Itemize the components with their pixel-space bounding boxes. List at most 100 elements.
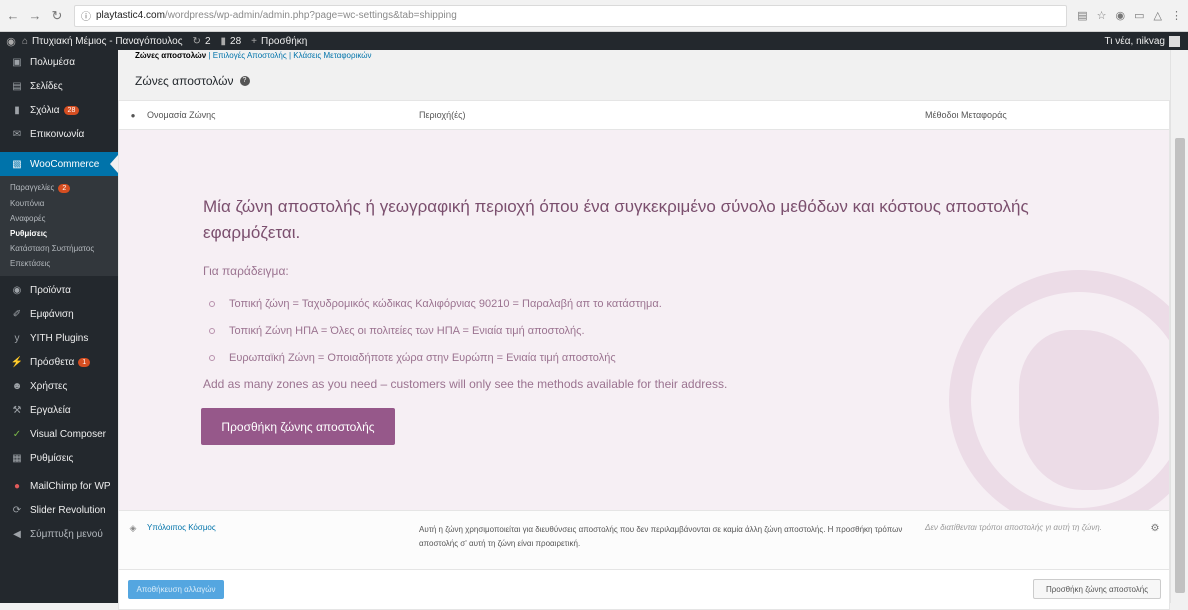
col-zone-name: Ονομασία Ζώνης [147,110,216,120]
sidebar-item-woocommerce[interactable]: ▧ WooCommerce [0,152,118,176]
woocommerce-submenu: Παραγγελίες 2 Κουπόνια Αναφορές Ρυθμίσεις… [0,176,118,276]
sidebar-item-products[interactable]: ◉ Προϊόντα [0,278,118,302]
table-footer: Αποθήκευση αλλαγών Προσθήκη ζώνης αποστο… [118,570,1170,610]
page-title-text: Ζώνες αποστολών [135,74,234,88]
users-icon: ☻ [11,380,23,392]
footer-add-zone-button[interactable]: Προσθήκη ζώνης αποστολής [1033,579,1161,599]
list-item: Τοπική Ζώνη ΗΠΑ = Όλες οι πολιτείες των … [209,317,662,344]
subnav-link-classes[interactable]: Κλάσεις Μεταφορικών [293,51,371,60]
edit-zone-gear-icon[interactable]: ⚙ [1145,523,1165,534]
submenu-item-extensions[interactable]: Επεκτάσεις [0,256,118,271]
blank-state-hint: Add as many zones as you need – customer… [203,377,728,391]
scrollbar-thumb[interactable] [1175,138,1185,593]
url-domain: playtastic4.com [96,10,165,21]
sidebar-item-visual-composer[interactable]: ✓ Visual Composer [0,422,118,446]
sidebar-item-label: Slider Revolution [30,504,106,516]
sidebar-item-appearance[interactable]: ✐ Εμφάνιση [0,302,118,326]
forward-icon[interactable]: → [26,7,44,25]
list-item: Ευρωπαϊκή Ζώνη = Οποιαδήποτε χώρα στην Ε… [209,344,662,371]
sidebar-item-settings[interactable]: ▦ Ρυθμίσεις [0,446,118,470]
updates-icon: ↻ [192,35,201,47]
new-content-link[interactable]: + Προσθήκη [251,36,307,47]
globe-icon: ◈ [129,523,137,533]
sidebar-item-comments[interactable]: ▮ Σχόλια 28 [0,98,118,122]
submenu-item-reports[interactable]: Αναφορές [0,211,118,226]
browser-toolbar: ← → ↻ ⓘ playtastic4.com/wordpress/wp-adm… [0,0,1188,32]
sidebar-item-label: Σύμπτυξη μενού [30,528,103,540]
visual-composer-icon: ✓ [12,428,22,440]
sort-help-icon[interactable]: ● [119,111,147,120]
sidebar-item-tools[interactable]: ⚒ Εργαλεία [0,398,118,422]
plugins-badge: 1 [78,357,91,367]
sidebar-item-label: MailChimp for WP [30,480,111,492]
products-icon: ◉ [12,284,22,296]
subnav-current[interactable]: Ζώνες αποστολών [135,51,206,60]
rest-of-world-link[interactable]: Υπόλοιπος Κόσμος [147,523,419,532]
settings-icon: ▦ [12,452,22,464]
reload-icon[interactable]: ↻ [48,7,66,25]
extension-icon[interactable]: ◉ [1116,9,1126,22]
sidebar-item-pages[interactable]: ▤ Σελίδες [0,74,118,98]
bookmark-star-icon[interactable]: ☆ [1097,9,1107,22]
cast-icon[interactable]: ▭ [1134,9,1144,22]
site-name: Πτυχιακή Μέμιος - Παναγόπουλος [32,35,183,47]
collapse-menu[interactable]: ◀ Σύμπτυξη μενού [0,522,118,546]
mailchimp-icon: ● [13,480,21,492]
contact-icon: ✉ [12,128,22,140]
submenu-item-settings[interactable]: Ρυθμίσεις [0,226,118,241]
collapse-icon: ◀ [13,528,21,540]
url-path: /wordpress/wp-admin/admin.php?page=wc-se… [164,10,457,21]
page-scrollbar[interactable] [1170,50,1188,603]
avatar [1169,35,1180,47]
rest-of-world-methods: Δεν διατίθενται τρόποι αποστολής γι αυτή… [925,523,1102,532]
sidebar-item-contact[interactable]: ✉ Επικοινωνία [0,122,118,146]
page-title: Ζώνες αποστολών ? [135,74,250,88]
profile-icon[interactable]: △ [1154,9,1162,22]
updates-link[interactable]: ↻ 2 [193,36,211,47]
example-text: Τοπική ζώνη = Ταχυδρομικός κώδικας Καλιφ… [229,297,662,310]
sidebar-item-plugins[interactable]: ⚡ Πρόσθετα 1 [0,350,118,374]
tools-icon: ⚒ [12,404,22,416]
sidebar-item-label: Σελίδες [30,80,63,92]
submenu-item-system-status[interactable]: Κατάσταση Συστήματος [0,241,118,256]
sidebar-item-label: WooCommerce [30,158,100,170]
my-account[interactable]: Τι νέα, nikvag [1104,35,1180,47]
sidebar-item-media[interactable]: ▣ Πολυμέσα [0,50,118,74]
address-bar[interactable]: ⓘ playtastic4.com/wordpress/wp-admin/adm… [74,4,1068,27]
menu-icon[interactable]: ⋮ [1171,9,1182,22]
shipping-zones-table: ● Ονομασία Ζώνης Περιοχή(ές) Μέθοδοι Μετ… [118,100,1170,610]
submenu-item-coupons[interactable]: Κουπόνια [0,196,118,211]
sidebar-item-slider-revolution[interactable]: ⟳ Slider Revolution [0,498,118,522]
site-name-link[interactable]: ⌂ Πτυχιακή Μέμιος - Παναγόπουλος [22,36,183,47]
blank-state-title: Μία ζώνη αποστολής ή γεωγραφική περιοχή … [203,197,1029,242]
comments-link[interactable]: ▮ 28 [221,36,242,47]
yith-icon: y [14,332,20,344]
main-content: Ζώνες αποστολών | Επιλογές Αποστολής | Κ… [118,50,1170,610]
greeting: Τι νέα, nikvag [1104,35,1165,47]
sidebar-item-users[interactable]: ☻ Χρήστες [0,374,118,398]
shipping-subnav: Ζώνες αποστολών | Επιλογές Αποστολής | Κ… [135,51,372,60]
comments-count: 28 [230,35,242,47]
bullet-icon [209,300,215,307]
submenu-item-orders[interactable]: Παραγγελίες 2 [0,180,118,196]
sidebar-item-label: Προϊόντα [30,284,71,296]
translate-icon[interactable]: ▤ [1077,9,1087,22]
sidebar-item-label: Πρόσθετα [30,356,75,368]
sidebar-item-mailchimp[interactable]: ● MailChimp for WP [0,474,118,498]
help-icon[interactable]: ? [239,76,250,86]
sidebar-item-label: Εργαλεία [30,404,71,416]
comments-icon: ▮ [14,104,20,116]
info-icon[interactable]: ⓘ [81,8,91,23]
example-list: Τοπική ζώνη = Ταχυδρομικός κώδικας Καλιφ… [209,290,662,371]
orders-badge: 2 [58,184,71,193]
plus-icon: + [251,35,257,47]
back-icon[interactable]: ← [4,7,22,25]
admin-sidebar: ▣ Πολυμέσα ▤ Σελίδες ▮ Σχόλια 28 ✉ Επικοινωνί… [0,50,118,603]
wordpress-logo-icon[interactable]: ◉ [0,35,22,48]
sidebar-item-yith[interactable]: y YITH Plugins [0,326,118,350]
sidebar-item-label: Εμφάνιση [30,308,74,320]
wp-admin-bar: ◉ ⌂ Πτυχιακή Μέμιος - Παναγόπουλος ↻ 2 ▮ 28… [0,32,1188,50]
subnav-link-options[interactable]: Επιλογές Αποστολής [213,51,287,60]
save-changes-button[interactable]: Αποθήκευση αλλαγών [128,580,224,599]
add-shipping-zone-button[interactable]: Προσθήκη ζώνης αποστολής [201,408,395,445]
